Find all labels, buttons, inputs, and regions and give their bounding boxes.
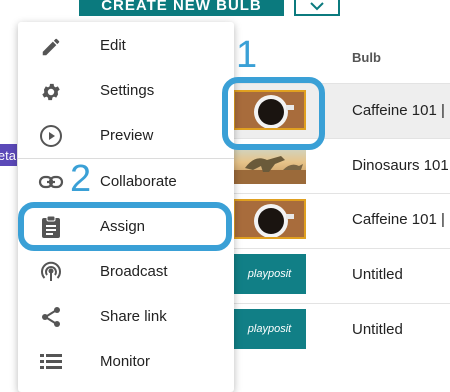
bulb-thumbnail[interactable] — [233, 199, 306, 239]
coffee-cup-image — [235, 201, 304, 237]
list-icon — [38, 349, 64, 375]
annotation-highlight-assign — [18, 202, 232, 251]
annotation-step-2: 2 — [70, 158, 92, 200]
annotation-highlight-thumbnail — [222, 77, 325, 150]
playposit-logo: playposit — [247, 268, 292, 280]
menu-label-share-link: Share link — [100, 308, 167, 325]
menu-label-preview: Preview — [100, 127, 154, 144]
bulb-thumbnail[interactable]: playposit — [233, 309, 306, 349]
annotation-step-1: 1 — [236, 34, 258, 76]
bulb-thumbnail[interactable]: playposit — [233, 254, 306, 294]
broadcast-icon — [38, 259, 64, 285]
bulb-thumbnail[interactable] — [233, 144, 306, 184]
create-dropdown-button[interactable] — [294, 0, 340, 16]
dinosaur-image — [233, 156, 306, 184]
bulb-title[interactable]: Caffeine 101 | — [352, 211, 445, 228]
create-new-bulb-button[interactable]: CREATE NEW BULB — [79, 0, 284, 16]
menu-label-edit: Edit — [100, 37, 126, 54]
pencil-icon — [38, 34, 64, 60]
menu-label-monitor: Monitor — [100, 353, 151, 370]
bulb-title[interactable]: Dinosaurs 101 — [352, 157, 449, 174]
create-new-bulb-label: CREATE NEW BULB — [101, 0, 262, 14]
menu-label-broadcast: Broadcast — [100, 263, 168, 280]
table-header — [233, 35, 450, 83]
play-circle-icon — [38, 123, 64, 149]
chevron-down-icon — [310, 2, 324, 11]
playposit-logo: playposit — [247, 323, 292, 335]
share-icon — [38, 304, 64, 330]
bulb-title[interactable]: Caffeine 101 | — [352, 102, 445, 119]
gear-icon — [38, 79, 64, 105]
menu-label-settings: Settings — [100, 82, 155, 99]
column-header-bulb: Bulb — [352, 50, 381, 65]
menu-label-collaborate: Collaborate — [100, 173, 177, 190]
menu-divider — [18, 158, 234, 159]
beta-badge: eta — [0, 144, 17, 166]
bulb-title[interactable]: Untitled — [352, 321, 403, 338]
link-icon — [38, 169, 64, 195]
bulb-title[interactable]: Untitled — [352, 266, 403, 283]
